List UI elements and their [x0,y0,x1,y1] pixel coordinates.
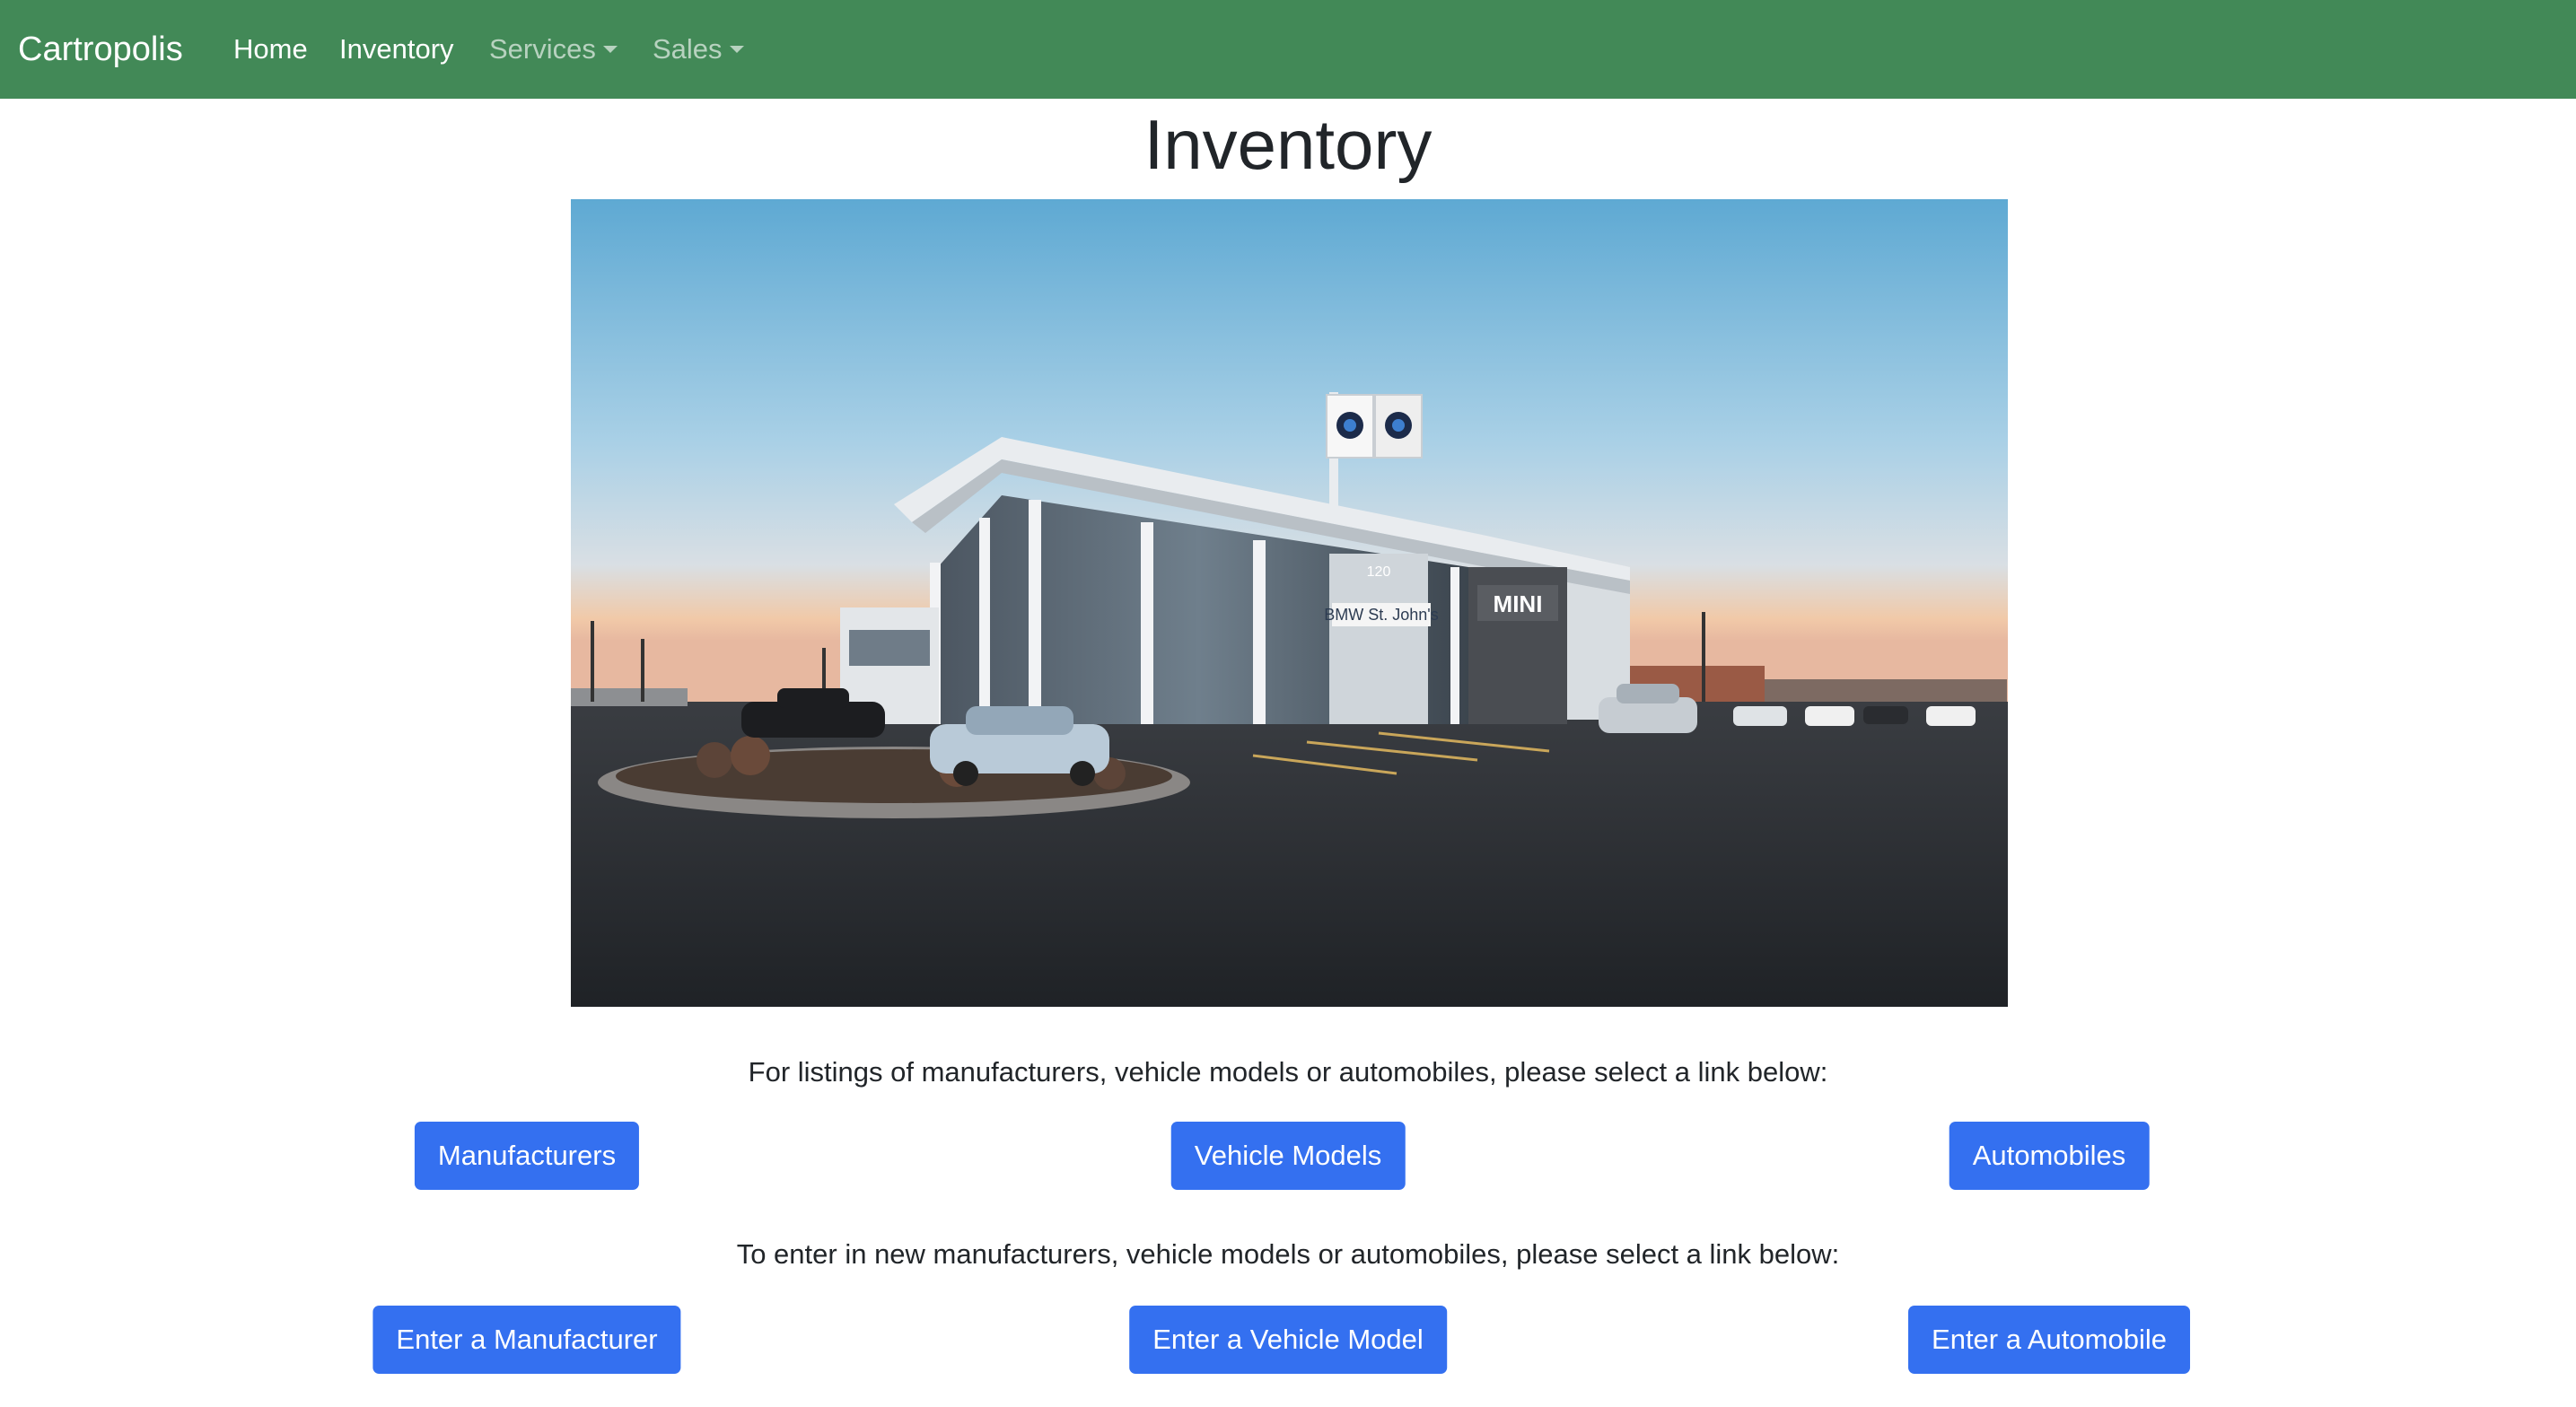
manufacturers-button[interactable]: Manufacturers [414,1122,640,1190]
nav-sales-label: Sales [653,33,723,65]
nav-services-label: Services [489,33,596,65]
caret-down-icon [602,46,618,53]
address-number: 120 [1367,564,1391,580]
automobiles-button[interactable]: Automobiles [1949,1122,2150,1190]
enter-manufacturer-button[interactable]: Enter a Manufacturer [372,1306,681,1374]
top-navbar: Cartropolis Home Inventory Services Sale… [0,0,2576,99]
page-title: Inventory [1143,105,1433,184]
listings-prompt: For listings of manufacturers, vehicle m… [748,1056,1828,1088]
nav-services-dropdown[interactable]: Services [489,31,618,68]
entry-prompt: To enter in new manufacturers, vehicle m… [736,1238,1840,1270]
brand-link[interactable]: Cartropolis [18,26,183,73]
mini-sign: MINI [1494,590,1543,617]
vehicle-models-button[interactable]: Vehicle Models [1170,1122,1406,1190]
dealership-photo: MINI 120 BMW St. John's [571,199,2008,1007]
caret-down-icon [729,46,744,53]
enter-automobile-button[interactable]: Enter a Automobile [1908,1306,2190,1374]
enter-vehicle-model-button[interactable]: Enter a Vehicle Model [1129,1306,1447,1374]
nav-sales-dropdown[interactable]: Sales [653,31,744,68]
nav-inventory[interactable]: Inventory [339,31,454,68]
nav-home[interactable]: Home [233,31,308,68]
dealer-sign: BMW St. John's [1324,606,1438,624]
